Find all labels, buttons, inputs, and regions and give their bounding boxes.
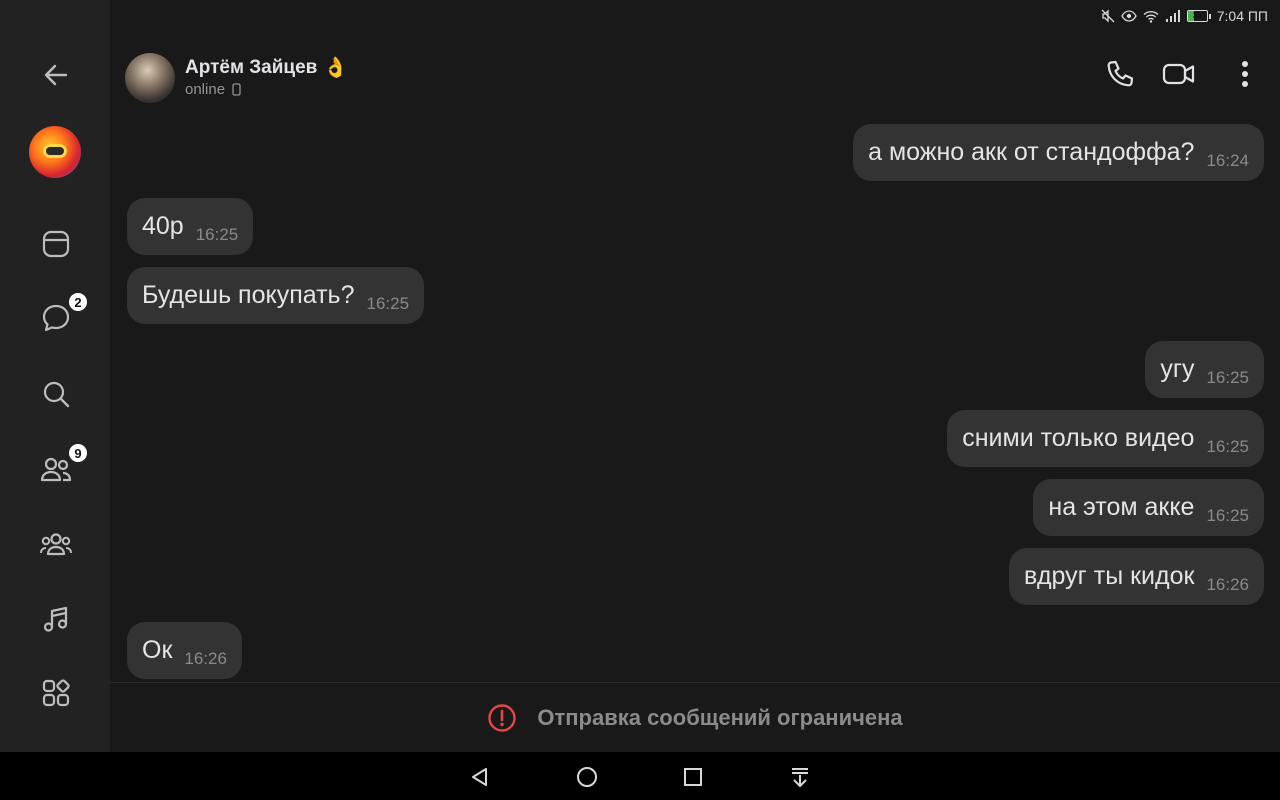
system-recents-button[interactable] [680, 764, 706, 790]
message-text: на этом акке [1048, 493, 1195, 521]
message-time: 16:26 [184, 648, 227, 668]
phone-icon [1107, 60, 1134, 87]
mobile-icon [232, 83, 241, 96]
message-bubble-outgoing[interactable]: на этом акке 16:25 [1033, 479, 1264, 536]
feed-icon [42, 230, 70, 258]
sidebar-item-search[interactable] [25, 369, 87, 419]
back-arrow-icon [44, 64, 68, 86]
system-back-button[interactable] [467, 764, 493, 790]
system-home-button[interactable] [574, 764, 600, 790]
online-status: online [185, 81, 226, 98]
system-notifications-button[interactable] [787, 764, 813, 790]
profile-avatar[interactable] [29, 126, 81, 178]
more-icon [1242, 61, 1248, 87]
contact-name-row[interactable]: Артём Зайцев 👌 [185, 55, 348, 80]
sidebar-item-friends[interactable]: 9 [25, 442, 89, 494]
chat-header: Артём Зайцев 👌 online [110, 30, 1280, 116]
music-icon [43, 606, 68, 632]
restriction-text: Отправка сообщений ограничена [537, 705, 903, 730]
composer-restricted-bar: Отправка сообщений ограничена [110, 682, 1280, 753]
call-button[interactable] [1098, 52, 1142, 96]
message-bubble-incoming[interactable]: Будешь покупать? 16:25 [127, 267, 425, 324]
system-nav-bar [0, 752, 1280, 800]
message-time: 16:25 [1206, 505, 1249, 525]
battery-icon: 35 [1186, 10, 1211, 22]
search-icon [43, 381, 70, 408]
message-text: 40р [142, 212, 184, 240]
pull-down-icon [792, 768, 808, 787]
sidebar-item-music[interactable] [25, 594, 87, 644]
mute-icon [1101, 9, 1115, 23]
message-text: сними только видео [962, 424, 1195, 452]
message-bubble-outgoing[interactable]: вдруг ты кидок 16:26 [1008, 548, 1264, 605]
message-time: 16:25 [1206, 436, 1249, 456]
warning-circle-icon [488, 704, 517, 732]
message-bubble-incoming[interactable]: Ок 16:26 [127, 622, 242, 679]
battery-level: 35 [1192, 11, 1202, 20]
more-button[interactable] [1223, 52, 1267, 96]
apps-grid-icon [42, 679, 70, 707]
sidebar-item-communities[interactable] [25, 519, 87, 569]
contact-status: online [185, 81, 241, 98]
square-recents-icon [684, 768, 702, 786]
app-screen: 2 9 35 7:04 ПП Артём Зайцев 👌 online а м… [0, 0, 1280, 753]
message-time: 16:24 [1206, 150, 1249, 170]
message-bubble-outgoing[interactable]: а можно акк от стандоффа? 16:24 [853, 124, 1264, 181]
back-button[interactable] [25, 50, 87, 100]
message-text: вдруг ты кидок [1023, 562, 1195, 590]
message-text: Ок [142, 636, 173, 664]
triangle-back-icon [472, 768, 487, 786]
video-call-icon [1162, 63, 1195, 85]
message-bubble-outgoing[interactable]: сними только видео 16:25 [947, 410, 1264, 467]
sidebar-item-services[interactable] [25, 668, 87, 718]
eye-icon [1120, 10, 1137, 22]
message-list[interactable]: а можно акк от стандоффа? 16:24 40р 16:2… [110, 116, 1280, 682]
message-text: а можно акк от стандоффа? [868, 138, 1195, 166]
wifi-icon [1143, 10, 1159, 23]
sidebar-item-feed[interactable] [25, 219, 87, 269]
message-text: угу [1160, 355, 1195, 383]
message-time: 16:25 [1206, 367, 1249, 387]
message-time: 16:25 [366, 293, 410, 313]
ok-hand-emoji: 👌 [323, 57, 349, 79]
circle-home-icon [577, 767, 597, 787]
friends-badge: 9 [67, 442, 89, 464]
message-bubble-incoming[interactable]: 40р 16:25 [127, 198, 254, 255]
video-call-button[interactable] [1157, 52, 1201, 96]
contact-name: Артём Зайцев [185, 56, 318, 78]
communities-icon [40, 533, 72, 556]
contact-avatar[interactable] [125, 53, 175, 103]
message-time: 16:26 [1206, 574, 1249, 594]
message-time: 16:25 [195, 224, 239, 244]
status-bar: 35 7:04 ПП [1101, 5, 1268, 27]
messages-badge: 2 [67, 291, 89, 313]
sidebar: 2 9 [0, 0, 110, 752]
message-text: Будешь покупать? [142, 281, 355, 309]
message-bubble-outgoing[interactable]: угу 16:25 [1145, 341, 1264, 398]
status-time: 7:04 ПП [1216, 8, 1268, 24]
sidebar-item-messages[interactable]: 2 [25, 291, 89, 343]
signal-icon [1165, 10, 1180, 22]
